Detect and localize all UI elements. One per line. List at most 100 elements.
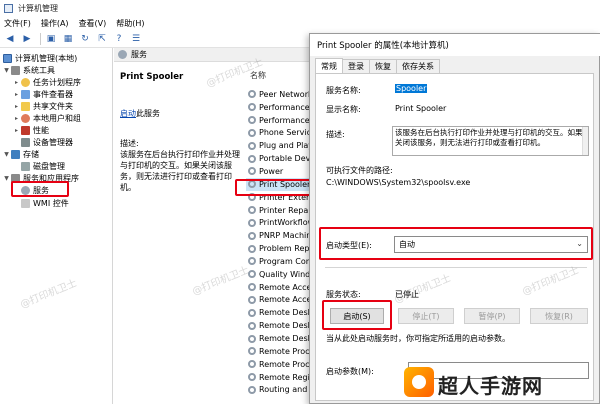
- service-row[interactable]: Remote Proce: [246, 358, 310, 371]
- service-row[interactable]: Quality Windo: [246, 268, 310, 281]
- refresh-icon[interactable]: ↻: [78, 33, 92, 46]
- service-row[interactable]: Remote Access: [246, 294, 310, 307]
- export-icon[interactable]: ⇱: [95, 33, 109, 46]
- service-status-label: 服务状态:: [326, 290, 361, 299]
- service-gear-icon: [248, 231, 256, 240]
- title-bar: 计算机管理: [0, 0, 600, 16]
- menu-bar: 文件(F) 操作(A) 查看(V) 帮助(H): [0, 16, 600, 31]
- stop-button[interactable]: 停止(T): [398, 308, 454, 324]
- service-row[interactable]: Peer Network: [246, 88, 310, 101]
- help-icon[interactable]: ?: [112, 33, 126, 46]
- service-row-label: Performance C: [259, 102, 310, 112]
- list-icon[interactable]: ☰: [129, 33, 143, 46]
- service-row[interactable]: Program Comp: [246, 255, 310, 268]
- device-manager-icon: [21, 137, 30, 147]
- service-row[interactable]: Performance: [246, 114, 310, 127]
- start-params-label: 启动参数(M):: [326, 367, 374, 376]
- tree-item-label: 事件查看器: [33, 89, 73, 99]
- forward-arrow-icon[interactable]: ▶: [20, 33, 34, 46]
- description-scrollbar[interactable]: [582, 127, 588, 155]
- service-gear-icon: [248, 218, 256, 227]
- chevron-down-icon[interactable]: ▼: [3, 175, 10, 182]
- service-row[interactable]: Plug and Play: [246, 139, 310, 152]
- tree-item-local-users[interactable]: ▸ 本地用户和组: [13, 112, 81, 124]
- pause-button[interactable]: 暂停(P): [464, 308, 520, 324]
- service-row[interactable]: Problem Repor: [246, 242, 310, 255]
- menu-action[interactable]: 操作(A): [41, 18, 69, 29]
- service-row[interactable]: Performance C: [246, 101, 310, 114]
- computer-icon: [3, 53, 12, 63]
- tab-logon[interactable]: 登录: [342, 59, 370, 73]
- resume-button[interactable]: 恢复(R): [530, 308, 588, 324]
- service-row[interactable]: Power: [246, 165, 310, 178]
- chevron-down-icon[interactable]: ▼: [3, 151, 10, 158]
- highlight-box-start-button: [322, 300, 392, 330]
- service-row[interactable]: Remote Regis: [246, 371, 310, 384]
- performance-icon: [21, 125, 30, 135]
- service-gear-icon: [248, 141, 256, 150]
- service-row[interactable]: Phone Service: [246, 127, 310, 140]
- service-row[interactable]: Printer Repair: [246, 204, 310, 217]
- service-row[interactable]: Remote Access: [246, 281, 310, 294]
- service-gear-icon: [248, 321, 256, 330]
- services-gear-icon: [118, 50, 127, 59]
- chevron-down-icon[interactable]: ▼: [3, 67, 10, 74]
- service-row[interactable]: Remote Deskt: [246, 319, 310, 332]
- tree-item-wmi-control[interactable]: WMI 控件: [21, 197, 69, 209]
- service-name-value[interactable]: Spooler: [395, 84, 428, 93]
- grid-icon[interactable]: ▦: [61, 33, 75, 46]
- tree-item-system-tools[interactable]: ▼ 系统工具: [3, 64, 55, 76]
- display-name-value[interactable]: Print Spooler: [395, 104, 446, 113]
- service-row[interactable]: Routing and R: [246, 384, 310, 397]
- tree-item-event-viewer[interactable]: ▸ 事件查看器: [13, 88, 73, 100]
- services-pane-header: 服务: [114, 48, 310, 62]
- tree-item-device-manager[interactable]: 设备管理器: [21, 136, 73, 148]
- service-description: 该服务在后台执行打印作业并处理与打印机的交互。如果关闭该服务，则无法进行打印或查…: [120, 150, 240, 192]
- service-row[interactable]: Remote Proce: [246, 345, 310, 358]
- exe-path-value[interactable]: C:\WINDOWS\System32\spoolsv.exe: [326, 178, 470, 187]
- services-list: 名称 Peer Network Performance C Performance P…: [246, 62, 310, 404]
- site-logo-icon: [404, 367, 434, 397]
- tree-item-label: 计算机管理(本地): [15, 53, 78, 63]
- service-gear-icon: [248, 167, 256, 176]
- services-pane: 服务 Print Spooler 启动此服务 描述: 该服务在后台执行打印作业并…: [114, 48, 311, 404]
- service-row[interactable]: PNRP Machine: [246, 229, 310, 242]
- service-row[interactable]: Remote Deskt: [246, 306, 310, 319]
- highlight-box-services: [11, 181, 69, 197]
- tree-item-storage[interactable]: ▼ 存储: [3, 148, 39, 160]
- chevron-right-icon[interactable]: ▸: [13, 127, 20, 134]
- column-header-name[interactable]: 名称: [250, 70, 266, 81]
- service-row-label: Remote Proce: [259, 359, 310, 369]
- menu-help[interactable]: 帮助(H): [116, 18, 144, 29]
- tab-recovery[interactable]: 恢复: [369, 59, 397, 73]
- chevron-right-icon[interactable]: ▸: [13, 91, 20, 98]
- service-row-label: Remote Deskt: [259, 321, 310, 331]
- back-arrow-icon[interactable]: ◀: [3, 33, 17, 46]
- service-gear-icon: [248, 244, 256, 253]
- service-gear-icon: [248, 116, 256, 125]
- display-name-label: 显示名称:: [326, 105, 361, 114]
- menu-file[interactable]: 文件(F): [4, 18, 31, 29]
- tree-item-disk-management[interactable]: 磁盘管理: [21, 160, 65, 172]
- chevron-right-icon[interactable]: ▸: [13, 115, 20, 122]
- chevron-right-icon[interactable]: ▸: [13, 79, 20, 86]
- tree-item-shared-folders[interactable]: ▸ 共享文件夹: [13, 100, 73, 112]
- tab-general[interactable]: 常规: [315, 58, 343, 73]
- chevron-right-icon[interactable]: ▸: [13, 103, 20, 110]
- start-service-link[interactable]: 启动: [120, 109, 136, 118]
- service-row[interactable]: PrintWorkflow: [246, 217, 310, 230]
- menu-view[interactable]: 查看(V): [79, 18, 107, 29]
- tree-item-performance[interactable]: ▸ 性能: [13, 124, 49, 136]
- service-row[interactable]: Remote Deskt: [246, 332, 310, 345]
- highlight-box-print-spooler: [235, 179, 311, 196]
- tab-dependencies[interactable]: 依存关系: [396, 59, 440, 73]
- folder-icon[interactable]: ▣: [44, 33, 58, 46]
- tree-item-label: 系统工具: [23, 65, 55, 75]
- service-row[interactable]: Portable Devi: [246, 152, 310, 165]
- service-row-label: Remote Deskt: [259, 308, 310, 318]
- tools-icon: [11, 65, 20, 75]
- tree-item-computer-management[interactable]: 计算机管理(本地): [3, 52, 77, 64]
- service-gear-icon: [248, 103, 256, 112]
- tree-item-task-scheduler[interactable]: ▸ 任务计划程序: [13, 76, 81, 88]
- description-textbox[interactable]: 该服务在后台执行打印作业并处理与打印机的交互。如果关闭该服务，则无法进行打印或查…: [392, 126, 589, 156]
